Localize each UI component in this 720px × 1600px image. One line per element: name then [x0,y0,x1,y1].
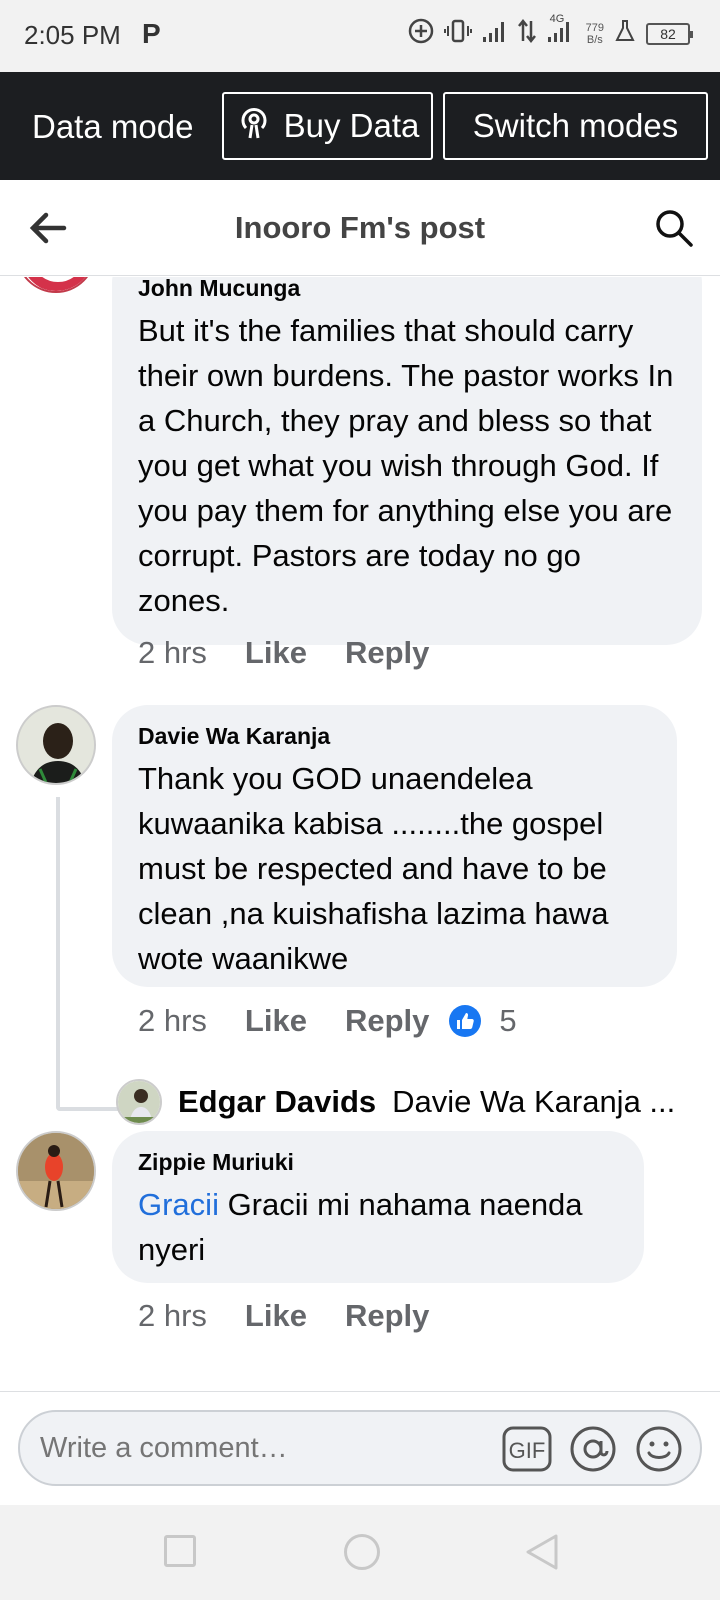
comment-text: Gracii Gracii mi nahama naenda nyeri [138,1182,618,1272]
post-header: Inooro Fm's post [0,180,720,276]
flask-icon [614,19,636,49]
signal-icon [482,19,508,49]
like-button[interactable]: Like [245,1298,307,1334]
status-time: 2:05 PM [24,20,121,50]
comment-composer: GIF [0,1391,720,1505]
comment-text: But it's the families that should carry … [138,313,674,618]
reply-preview[interactable]: Edgar Davids Davie Wa Karanja ... [116,1077,675,1127]
recent-apps-icon[interactable] [164,1535,196,1567]
emoji-icon[interactable] [634,1424,684,1474]
switch-modes-button[interactable]: Switch modes [443,92,708,160]
search-icon[interactable] [654,208,694,248]
status-icons: 4G 779 B/s 82 [408,13,693,50]
reply-button[interactable]: Reply [345,635,429,671]
parking-notification-icon: P [142,18,161,49]
home-icon[interactable] [344,1534,380,1570]
comment-bubble[interactable]: Davie Wa Karanja Thank you GOD unaendele… [112,705,677,987]
like-button[interactable]: Like [245,1003,307,1039]
reply-button[interactable]: Reply [345,1298,429,1334]
data-transfer-icon [517,18,536,49]
system-nav-bar [0,1505,720,1600]
comment-time: 2 hrs [138,635,207,670]
broadcast-icon [236,104,272,148]
network-speed: 779 B/s [586,22,604,46]
switch-modes-label: Switch modes [472,107,679,144]
page-title: Inooro Fm's post [234,210,486,245]
reply-text: Davie Wa Karanja ... [392,1084,676,1119]
data-mode-label: Data mode [32,108,194,145]
avatar[interactable] [16,1131,96,1211]
mention-at-icon[interactable] [568,1424,618,1474]
vibrate-icon [443,18,472,50]
comment-text: Thank you GOD unaendelea kuwaanika kabis… [138,761,609,976]
add-circle-icon [408,18,434,50]
comment-author[interactable]: Davie Wa Karanja [138,723,651,750]
mention-link[interactable]: Gracii [138,1187,219,1222]
battery-icon: 82 [646,23,693,45]
buy-data-label: Buy Data [283,107,420,144]
avatar[interactable] [16,277,96,293]
comment-actions: 2 hrs Like Reply 5 [138,1003,517,1039]
status-bar: 2:05 PM P 4G 779 B/s 82 [0,0,720,72]
speed-unit: B/s [586,34,603,46]
buy-data-button[interactable]: Buy Data [222,92,433,160]
speed-value: 779 [585,22,604,34]
nav-back-icon[interactable] [524,1533,560,1571]
gif-button[interactable]: GIF [502,1424,552,1474]
like-reaction-icon[interactable] [449,1005,482,1037]
comment-author[interactable]: John Mucunga [138,277,676,302]
like-button[interactable]: Like [245,635,307,671]
comment-time: 2 hrs [138,1298,207,1333]
gif-label: GIF [509,1438,546,1463]
reaction-count[interactable]: 5 [499,1003,516,1039]
reply-button[interactable]: Reply [345,1003,429,1039]
comment-author[interactable]: Zippie Muriuki [138,1149,618,1176]
signal-4g-icon: 4G [546,13,576,49]
composer-icons: GIF [502,1424,684,1474]
comments-list: John Mucunga But it's the families that … [0,277,720,1391]
comment-actions: 2 hrs Like Reply [138,1298,449,1334]
comment-time: 2 hrs [138,1003,207,1038]
comment-bubble[interactable]: John Mucunga But it's the families that … [112,277,702,645]
thread-connector [56,797,120,1111]
avatar[interactable] [16,705,96,785]
comment-input[interactable] [40,1432,460,1465]
avatar[interactable] [116,1079,162,1125]
comment-actions: 2 hrs Like Reply [138,635,449,671]
comment-input-container[interactable]: GIF [18,1410,702,1486]
data-mode-bar: Data mode Buy Data Switch modes [0,72,720,180]
network-type: 4G [549,13,565,25]
comment-bubble[interactable]: Zippie Muriuki Gracii Gracii mi nahama n… [112,1131,644,1283]
reply-author[interactable]: Edgar Davids [178,1084,376,1120]
